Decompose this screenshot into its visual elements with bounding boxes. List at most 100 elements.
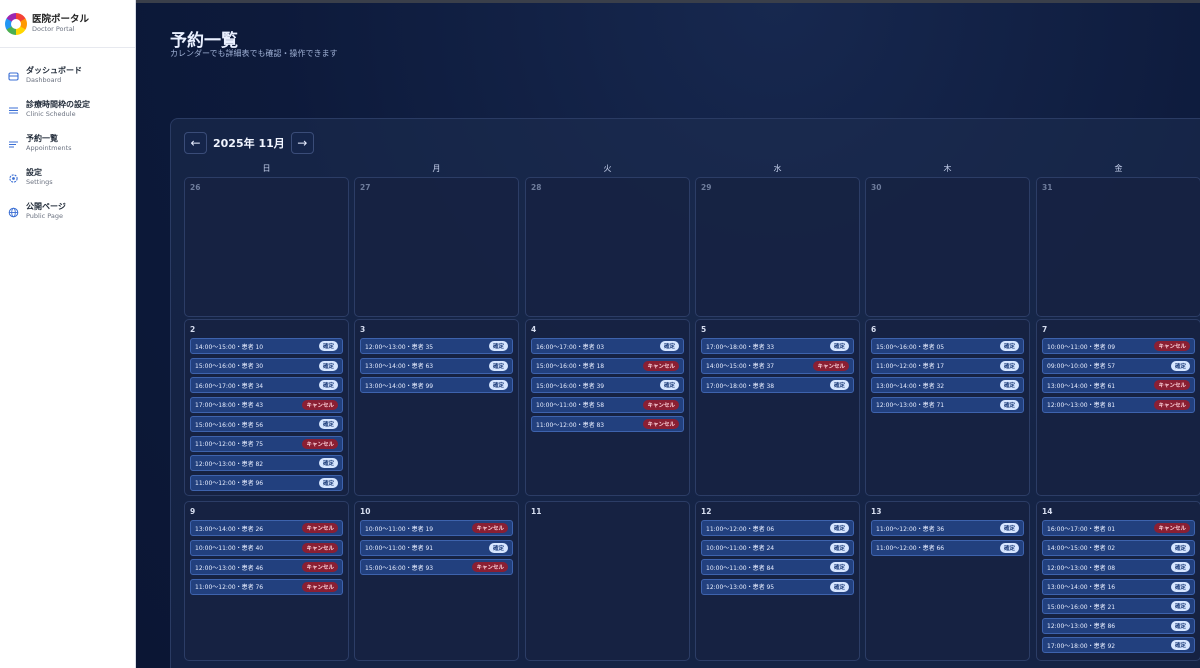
appointment-item[interactable]: 10:00〜11:00・患者 84 確定 (701, 559, 854, 575)
appointment-item[interactable]: 12:00〜13:00・患者 35 確定 (360, 338, 513, 354)
appointment-item[interactable]: 11:00〜12:00・患者 83 キャンセル (531, 416, 684, 432)
appointment-item[interactable]: 17:00〜18:00・患者 33 確定 (701, 338, 854, 354)
calendar-day-cell[interactable]: 12 11:00〜12:00・患者 06 確定 10:00〜11:00・患者 24 確定… (695, 501, 860, 661)
appointment-item[interactable]: 13:00〜14:00・患者 61 キャンセル (1042, 377, 1195, 393)
day-number: 4 (531, 325, 537, 334)
sidebar-item-dashboard[interactable]: ダッシュボード Dashboard (0, 65, 135, 99)
calendar-day-cell[interactable]: 6 15:00〜16:00・患者 05 確定 11:00〜12:00・患者 17 確定 1… (865, 319, 1030, 496)
appointment-time: 11:00〜12:00・患者 75 (195, 441, 264, 448)
appointment-list: 10:00〜11:00・患者 09 キャンセル 09:00〜10:00・患者 57 確… (1042, 338, 1195, 416)
appointment-time: 13:00〜14:00・患者 16 (1047, 584, 1116, 591)
appointment-time: 12:00〜13:00・患者 71 (876, 402, 945, 409)
appointment-item[interactable]: 12:00〜13:00・患者 81 キャンセル (1042, 396, 1195, 413)
appointment-item[interactable]: 15:00〜16:00・患者 93 キャンセル (360, 559, 513, 575)
appointment-item[interactable]: 11:00〜12:00・患者 17 確定 (871, 357, 1024, 374)
calendar-day-cell[interactable]: 28 (525, 177, 690, 317)
status-badge: 確定 (829, 581, 849, 592)
sidebar-item-settings[interactable]: 設定 Settings (0, 167, 135, 201)
weekday-header: 木 (943, 164, 952, 173)
appointment-list: 12:00〜13:00・患者 35 確定 13:00〜14:00・患者 63 確定 13… (360, 338, 513, 397)
appointment-item[interactable]: 12:00〜13:00・患者 86 確定 (1042, 617, 1195, 634)
calendar-day-cell[interactable]: 11 (525, 501, 690, 661)
appointment-time: 11:00〜12:00・患者 83 (536, 421, 605, 429)
appointment-item[interactable]: 14:00〜15:00・患者 37 キャンセル (701, 357, 854, 374)
appointment-time: 13:00〜14:00・患者 26 (195, 525, 264, 533)
status-badge: キャンセル (302, 438, 338, 449)
appointment-item[interactable]: 15:00〜16:00・患者 56 確定 (190, 416, 343, 432)
calendar-day-cell[interactable]: 14 16:00〜17:00・患者 01 キャンセル 14:00〜15:00・患者 0… (1036, 501, 1200, 661)
appointment-item[interactable]: 11:00〜12:00・患者 75 キャンセル (190, 435, 343, 452)
appointment-item[interactable]: 15:00〜16:00・患者 18 キャンセル (531, 357, 684, 374)
calendar-day-cell[interactable]: 13 11:00〜12:00・患者 36 確定 11:00〜12:00・患者 66 確定 (865, 501, 1030, 661)
day-number: 30 (871, 183, 882, 192)
calendar-day-cell[interactable]: 3 12:00〜13:00・患者 35 確定 13:00〜14:00・患者 63 確定 1… (354, 319, 519, 496)
status-badge: キャンセル (643, 399, 679, 410)
appointment-item[interactable]: 17:00〜18:00・患者 92 確定 (1042, 637, 1195, 653)
appointment-time: 11:00〜12:00・患者 36 (876, 525, 945, 533)
appointment-item[interactable]: 11:00〜12:00・患者 06 確定 (701, 520, 854, 536)
prev-month-button[interactable]: ← (184, 132, 207, 154)
calendar-day-cell[interactable]: 27 (354, 177, 519, 317)
appointment-item[interactable]: 10:00〜11:00・患者 58 キャンセル (531, 396, 684, 413)
sidebar-item-appointments[interactable]: 予約一覧 Appointments (0, 133, 135, 167)
calendar-day-cell[interactable]: 9 13:00〜14:00・患者 26 キャンセル 10:00〜11:00・患者 40… (184, 501, 349, 661)
sidebar-item-clinic-schedule[interactable]: 診療時間枠の設定 Clinic Schedule (0, 99, 135, 133)
calendar-day-cell[interactable]: 31 (1036, 177, 1200, 317)
sidebar-item-label: 予約一覧 (26, 134, 58, 143)
appointment-item[interactable]: 11:00〜12:00・患者 96 確定 (190, 474, 343, 491)
appointment-item[interactable]: 14:00〜15:00・患者 02 確定 (1042, 539, 1195, 556)
appointment-item[interactable]: 13:00〜14:00・患者 16 確定 (1042, 578, 1195, 595)
day-number: 28 (531, 183, 542, 192)
appointment-time: 10:00〜11:00・患者 40 (195, 545, 264, 552)
day-number: 27 (360, 183, 371, 192)
appointment-item[interactable]: 16:00〜17:00・患者 34 確定 (190, 377, 343, 393)
status-badge: キャンセル (1154, 399, 1190, 410)
appointment-item[interactable]: 13:00〜14:00・患者 26 キャンセル (190, 520, 343, 536)
appointment-item[interactable]: 12:00〜13:00・患者 08 確定 (1042, 559, 1195, 575)
appointment-item[interactable]: 10:00〜11:00・患者 40 キャンセル (190, 539, 343, 556)
appointment-time: 17:00〜18:00・患者 33 (706, 343, 775, 351)
brand[interactable]: 医院ポータル Doctor Portal (0, 0, 135, 48)
calendar-day-cell[interactable]: 10 10:00〜11:00・患者 19 キャンセル 10:00〜11:00・患者 9… (354, 501, 519, 661)
status-badge: 確定 (999, 542, 1019, 553)
calendar-day-cell[interactable]: 26 (184, 177, 349, 317)
calendar-day-cell[interactable]: 5 17:00〜18:00・患者 33 確定 14:00〜15:00・患者 37 キャン… (695, 319, 860, 496)
page-subtitle: カレンダーでも詳細表でも確認・操作できます (170, 49, 338, 58)
calendar-day-cell[interactable]: 7 10:00〜11:00・患者 09 キャンセル 09:00〜10:00・患者 57… (1036, 319, 1200, 496)
status-badge: 確定 (488, 380, 508, 390)
appointment-item[interactable]: 16:00〜17:00・患者 03 確定 (531, 338, 684, 354)
calendar-day-cell[interactable]: 30 (865, 177, 1030, 317)
appointment-item[interactable]: 12:00〜13:00・患者 82 確定 (190, 455, 343, 471)
next-month-button[interactable]: → (290, 132, 314, 154)
appointment-item[interactable]: 12:00〜13:00・患者 46 キャンセル (190, 559, 343, 575)
status-badge: キャンセル (643, 360, 679, 371)
appointment-item[interactable]: 11:00〜12:00・患者 66 確定 (871, 539, 1024, 556)
appointment-item[interactable]: 13:00〜14:00・患者 32 確定 (871, 377, 1024, 393)
appointment-item[interactable]: 13:00〜14:00・患者 63 確定 (360, 357, 513, 374)
appointment-item[interactable]: 15:00〜16:00・患者 30 確定 (190, 357, 343, 374)
day-number: 29 (701, 183, 712, 192)
appointment-item[interactable]: 14:00〜15:00・患者 10 確定 (190, 338, 343, 354)
appointment-item[interactable]: 10:00〜11:00・患者 24 確定 (701, 539, 854, 556)
appointment-item[interactable]: 15:00〜16:00・患者 21 確定 (1042, 598, 1195, 614)
appointment-item[interactable]: 16:00〜17:00・患者 01 キャンセル (1042, 520, 1195, 536)
appointment-item[interactable]: 15:00〜16:00・患者 39 確定 (531, 377, 684, 393)
appointment-item[interactable]: 17:00〜18:00・患者 38 確定 (701, 377, 854, 393)
appointment-item[interactable]: 17:00〜18:00・患者 43 キャンセル (190, 396, 343, 413)
calendar-day-cell[interactable]: 29 (695, 177, 860, 317)
appointment-item[interactable]: 15:00〜16:00・患者 05 確定 (871, 338, 1024, 354)
calendar-day-cell[interactable]: 4 16:00〜17:00・患者 03 確定 15:00〜16:00・患者 18 キャン… (525, 319, 690, 496)
appointment-item[interactable]: 12:00〜13:00・患者 95 確定 (701, 578, 854, 595)
appointment-item[interactable]: 13:00〜14:00・患者 99 確定 (360, 377, 513, 393)
sidebar-item-public-page[interactable]: 公開ページ Public Page (0, 201, 135, 235)
appointment-item[interactable]: 10:00〜11:00・患者 19 キャンセル (360, 520, 513, 536)
status-badge: 確定 (1170, 640, 1190, 650)
appointment-item[interactable]: 12:00〜13:00・患者 71 確定 (871, 396, 1024, 413)
appointment-item[interactable]: 11:00〜12:00・患者 36 確定 (871, 520, 1024, 536)
weekday-header: 日 (262, 164, 271, 173)
appointment-item[interactable]: 10:00〜11:00・患者 09 キャンセル (1042, 338, 1195, 354)
appointment-item[interactable]: 10:00〜11:00・患者 91 確定 (360, 539, 513, 556)
calendar-day-cell[interactable]: 2 14:00〜15:00・患者 10 確定 15:00〜16:00・患者 30 確定 1… (184, 319, 349, 496)
appointment-item[interactable]: 11:00〜12:00・患者 76 キャンセル (190, 578, 343, 595)
appointment-item[interactable]: 09:00〜10:00・患者 57 確定 (1042, 357, 1195, 374)
